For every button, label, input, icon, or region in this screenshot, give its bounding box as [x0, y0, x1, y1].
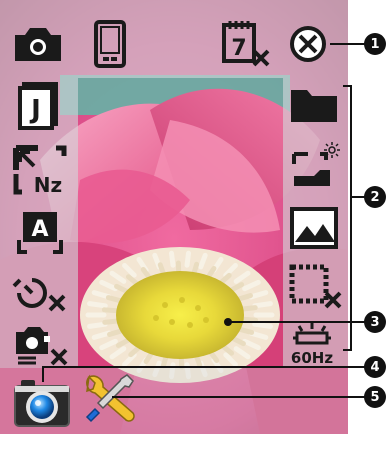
resolution-icon: Nz: [13, 145, 67, 196]
stamen: [184, 250, 191, 268]
settings-tools-icon: [85, 374, 135, 423]
frame-off-icon: [289, 264, 342, 309]
frame-button[interactable]: [286, 262, 346, 314]
self-timer-button[interactable]: [10, 272, 70, 316]
frame-overlay-button[interactable]: [12, 324, 72, 370]
callout-4-number: 4: [370, 359, 380, 375]
flicker-button[interactable]: 60Hz: [286, 320, 338, 368]
jpeg-quality-button[interactable]: J: [10, 80, 66, 132]
callout-bracket-2: [350, 85, 352, 351]
camera-mode-button[interactable]: [10, 20, 66, 68]
stamen: [252, 301, 273, 309]
flicker-label: 60Hz: [291, 349, 333, 367]
stamen: [87, 301, 108, 309]
stamen: [252, 321, 273, 329]
frame-overlay-off-icon: [16, 327, 68, 366]
auto-label: A: [31, 217, 48, 242]
jpeg-quality-icon: J: [18, 82, 58, 130]
callout-line-4-v: [42, 366, 44, 382]
camera-app: J Nz A 7 60Hz 1 2 3 4 5: [0, 0, 389, 455]
shutter-button-icon: [14, 380, 70, 427]
calendar-stamp-button[interactable]: 7: [218, 18, 274, 70]
callout-line-3: [228, 321, 365, 323]
viewfinder[interactable]: J Nz A 7 60Hz: [0, 0, 348, 434]
jpeg-label: J: [29, 95, 41, 125]
callout-line-2: [350, 196, 365, 198]
callout-3-anchor: [224, 318, 232, 326]
callout-2-number: 2: [370, 189, 380, 205]
device-storage-icon: [94, 20, 126, 68]
callout-3-number: 3: [370, 314, 380, 330]
scene-landscape-icon: [290, 207, 338, 249]
calendar-off-icon: 7: [222, 21, 270, 67]
storage-button[interactable]: [90, 18, 130, 70]
callout-bracket-2-bottom: [343, 349, 352, 351]
tools-button[interactable]: [80, 372, 140, 428]
callout-line-1: [330, 43, 365, 45]
callout-3: 3: [364, 311, 386, 333]
callout-4: 4: [364, 356, 386, 378]
stamen: [87, 321, 108, 329]
callout-5: 5: [364, 386, 386, 408]
scene-button[interactable]: [286, 204, 342, 252]
flicker-60hz-icon: 60Hz: [291, 323, 333, 367]
stamen: [169, 250, 176, 268]
callout-1-number: 1: [370, 36, 380, 52]
callout-1: 1: [364, 33, 386, 55]
callout-line-5: [112, 396, 365, 398]
album-button[interactable]: [286, 82, 342, 126]
close-button[interactable]: [286, 22, 330, 66]
calendar-digit: 7: [231, 36, 246, 61]
auto-mode-icon: A: [17, 212, 63, 254]
callout-bracket-2-top: [343, 85, 352, 87]
self-timer-off-icon: [12, 278, 66, 312]
callout-line-4: [42, 366, 365, 368]
camera-mode-icon: [15, 28, 61, 61]
close-icon: [290, 26, 326, 62]
auto-mode-button[interactable]: A: [12, 206, 68, 258]
album-folder-icon: [291, 90, 337, 122]
resolution-button[interactable]: Nz: [10, 142, 70, 198]
callout-2: 2: [364, 186, 386, 208]
shutter-button[interactable]: [12, 374, 72, 432]
brightness-icon: [292, 142, 340, 186]
resolution-sub-label: Nz: [34, 173, 62, 196]
brightness-button[interactable]: [286, 140, 342, 196]
callout-5-number: 5: [370, 389, 380, 405]
